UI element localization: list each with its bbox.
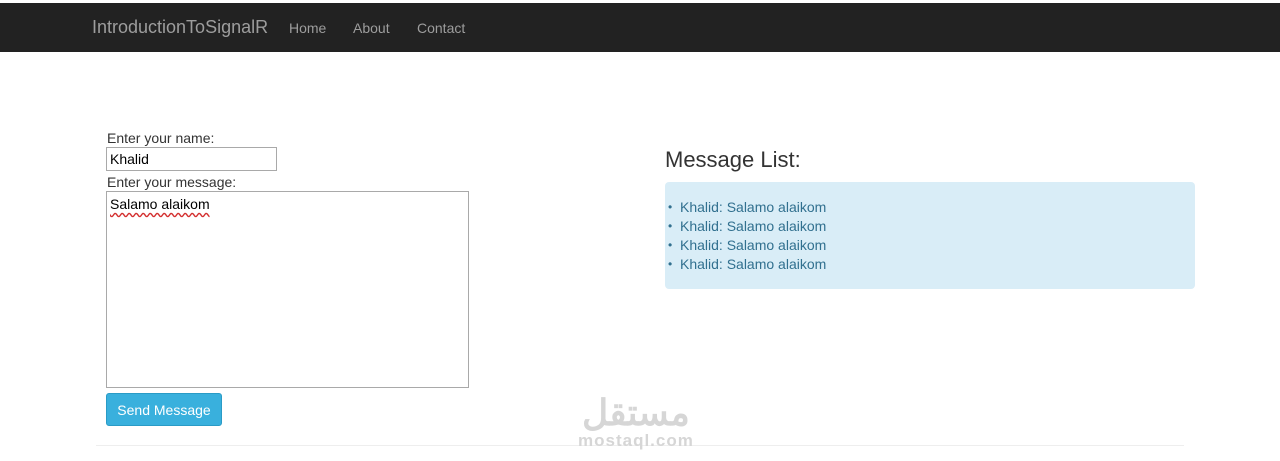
nav-link-about[interactable]: About bbox=[353, 20, 390, 36]
message-list-title: Message List: bbox=[665, 147, 801, 172]
message-list: • Khalid: Salamo alaikom • Khalid: Salamo … bbox=[668, 198, 827, 274]
message-item: • Khalid: Salamo alaikom bbox=[668, 256, 827, 272]
bullet-icon: • bbox=[668, 257, 673, 271]
watermark-arabic: مستقل bbox=[582, 392, 690, 433]
bullet-icon: • bbox=[668, 238, 673, 252]
nav-link-home[interactable]: Home bbox=[289, 20, 326, 36]
watermark-latin: mostaql.com bbox=[578, 431, 694, 450]
name-label: Enter your name: bbox=[107, 130, 215, 146]
name-input[interactable] bbox=[106, 147, 277, 171]
watermark-logo: مستقل mostaql.com bbox=[578, 392, 694, 450]
bullet-icon: • bbox=[668, 219, 673, 233]
brand-link[interactable]: IntroductionToSignalR bbox=[92, 17, 268, 38]
message-item: • Khalid: Salamo alaikom bbox=[668, 237, 827, 253]
message-textarea[interactable] bbox=[106, 191, 469, 388]
footer-divider bbox=[96, 445, 1184, 446]
message-item: • Khalid: Salamo alaikom bbox=[668, 199, 827, 215]
send-message-button[interactable]: Send Message bbox=[106, 393, 222, 426]
message-label: Enter your message: bbox=[107, 174, 237, 190]
top-navbar: IntroductionToSignalR Home About Contact bbox=[0, 3, 1280, 52]
nav-link-contact[interactable]: Contact bbox=[417, 20, 465, 36]
bullet-icon: • bbox=[668, 200, 673, 214]
message-item: • Khalid: Salamo alaikom bbox=[668, 218, 827, 234]
message-list-panel: • Khalid: Salamo alaikom • Khalid: Salamo … bbox=[665, 182, 1195, 289]
